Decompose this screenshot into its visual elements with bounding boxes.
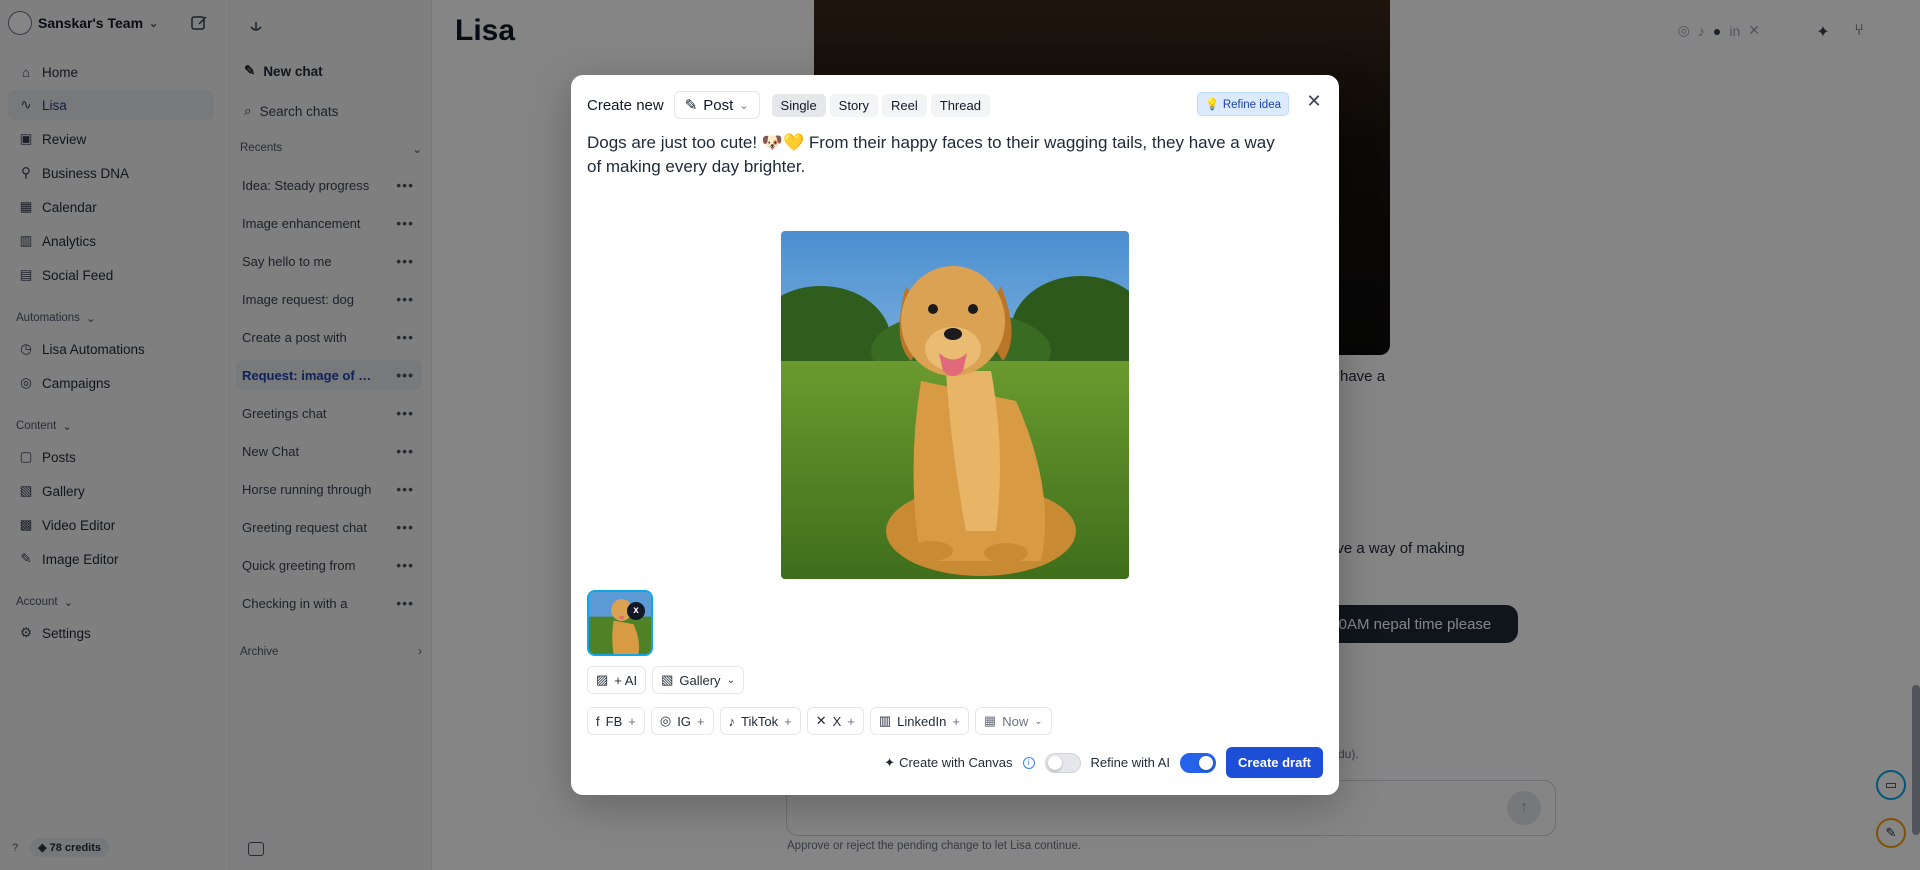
create-new-label: Create new <box>587 96 664 114</box>
post-image <box>781 231 1129 579</box>
platform-x[interactable]: ✕ X + <box>806 707 864 735</box>
create-with-canvas-label: Create with Canvas <box>899 755 1013 770</box>
format-thread[interactable]: Thread <box>930 93 990 117</box>
create-post-modal: Create new ✎ Post ⌄ Single Story Reel Th… <box>571 75 1339 795</box>
format-story[interactable]: Story <box>829 93 879 117</box>
dog-photo <box>781 231 1129 579</box>
info-icon[interactable]: i <box>1022 756 1035 769</box>
format-segmented-control: Single Story Reel Thread <box>771 93 990 117</box>
dog-thumbnail <box>589 592 651 654</box>
linkedin-icon: ▥ <box>878 713 892 728</box>
toggle-knob <box>1047 755 1062 770</box>
lightbulb-icon: 💡 <box>1205 99 1220 111</box>
platform-selectors: f FB + ◎ IG + ♪ TikTok + ✕ X + ▥ LinkedIn + ▦ Now ⌄ <box>587 707 1052 735</box>
image-plus-icon: ▨ <box>596 672 609 687</box>
plus-icon: + <box>952 713 960 729</box>
media-actions: ▨ + AI ▧ Gallery ⌄ <box>587 666 744 694</box>
post-type-dropdown[interactable]: ✎ Post ⌄ <box>673 91 760 119</box>
x-icon: ✕ <box>815 713 827 728</box>
plus-icon: + <box>784 713 792 729</box>
refine-ai-toggle[interactable] <box>1180 752 1217 773</box>
format-single[interactable]: Single <box>771 93 826 117</box>
schedule-dropdown[interactable]: ▦ Now ⌄ <box>974 707 1052 735</box>
gallery-icon: ▧ <box>661 672 674 687</box>
refine-idea-button[interactable]: 💡 Refine idea <box>1197 92 1289 116</box>
plus-icon: + <box>847 713 855 729</box>
calendar-icon: ▦ <box>983 713 997 728</box>
modal-footer: ✦ Create with Canvas i Refine with AI Cr… <box>884 747 1323 778</box>
canvas-toggle[interactable] <box>1044 752 1081 773</box>
sparkle-icon: ✦ <box>884 754 896 770</box>
chevron-down-icon: ⌄ <box>1034 715 1043 727</box>
close-icon[interactable]: ✕ <box>1303 91 1325 112</box>
platform-tiktok[interactable]: ♪ TikTok + <box>719 707 801 735</box>
gallery-button[interactable]: ▧ Gallery ⌄ <box>652 666 744 694</box>
tiktok-icon: ♪ <box>728 713 736 729</box>
format-reel[interactable]: Reel <box>882 93 927 117</box>
ai-image-button[interactable]: ▨ + AI <box>587 666 647 694</box>
platform-linkedin[interactable]: ▥ LinkedIn + <box>869 707 969 735</box>
edit-icon: ✎ <box>684 97 698 114</box>
chevron-down-icon: ⌄ <box>739 99 749 112</box>
refine-with-ai-label: Refine with AI <box>1090 755 1171 770</box>
plus-icon: + <box>696 713 705 729</box>
chevron-down-icon: ⌄ <box>726 674 735 686</box>
toggle-knob <box>1199 755 1214 770</box>
image-thumbnail[interactable]: x <box>587 590 653 656</box>
plus-icon: + <box>628 713 636 729</box>
instagram-icon: ◎ <box>659 713 672 728</box>
remove-image-button[interactable]: x <box>627 602 645 620</box>
facebook-icon: f <box>596 713 600 729</box>
platform-fb[interactable]: f FB + <box>587 707 645 735</box>
post-body-textarea[interactable]: Dogs are just too cute! 🐶💛 From their ha… <box>587 131 1287 179</box>
platform-ig[interactable]: ◎ IG + <box>650 707 714 735</box>
create-draft-button[interactable]: Create draft <box>1226 747 1323 778</box>
